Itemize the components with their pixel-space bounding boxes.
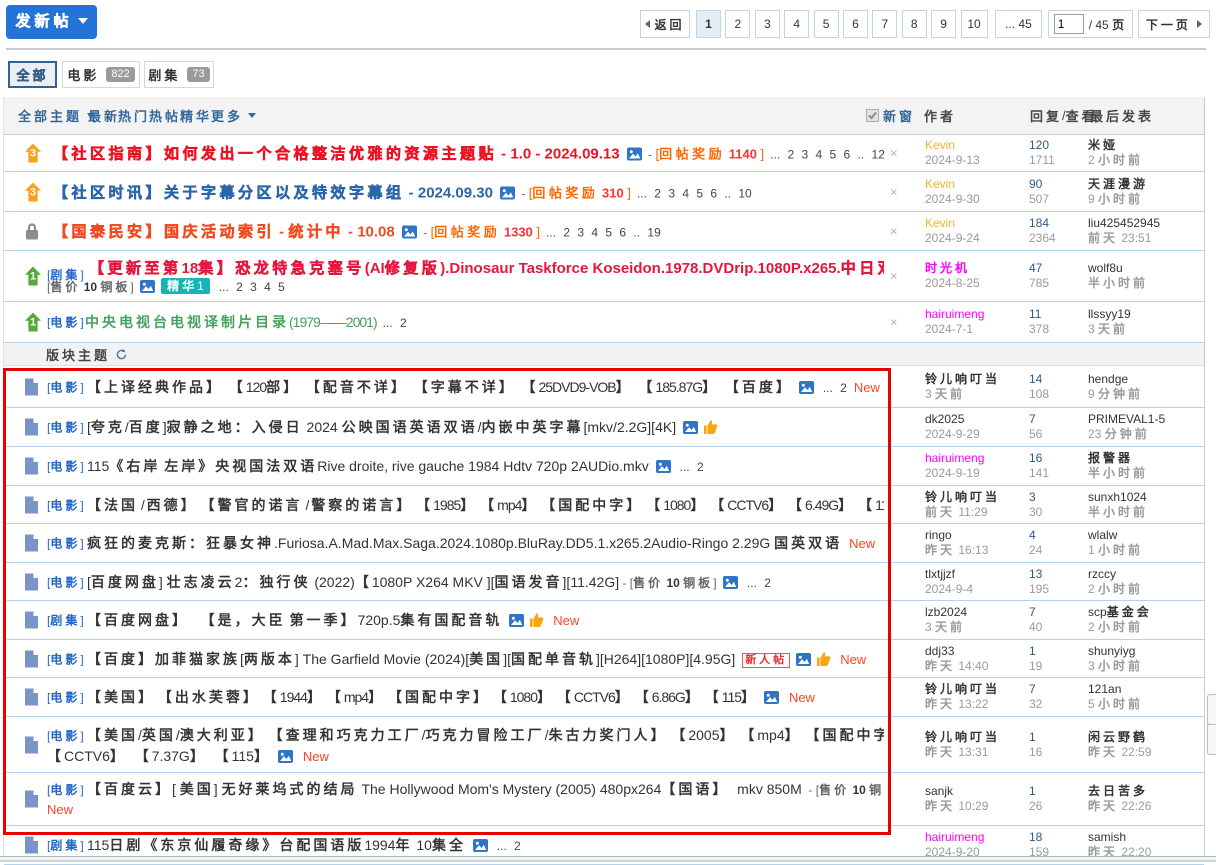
svg-text:1: 1 bbox=[30, 317, 36, 329]
svg-text:3: 3 bbox=[30, 148, 36, 160]
svg-text:3: 3 bbox=[30, 186, 36, 198]
svg-text:1: 1 bbox=[30, 271, 36, 283]
